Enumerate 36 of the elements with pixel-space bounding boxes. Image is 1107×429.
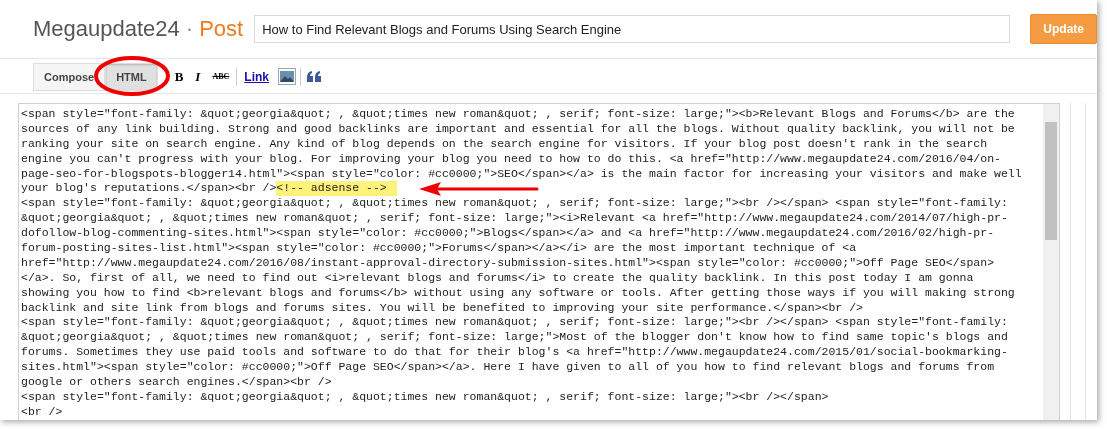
mode-tab[interactable]: Compose [33,62,106,91]
code-line: page-seo-for-blogspots-blogger14.html"><span style="color: #cc0000;">SEO</span></a> is the main factor for increasing your visitors and make well [21,166,1022,182]
code-line: </a>. So, first of all, we need to find out <i>relevant blogs and forums</i> to create the quality backlink. In this post today I am gonna [21,270,974,286]
quote-icon[interactable] [306,71,321,82]
italic-button[interactable]: I [192,68,204,85]
mode-tab[interactable]: HTML [105,62,158,91]
code-line: sources of any link building. Strong and good backlinks are important and essential for all the blogs. Without quality backlink, you will not be [21,121,1015,137]
code-line: &quot;georgia&quot; , &quot;times new roman&quot; , serif; font-size: large;"><i>Relevant <a href="http://www.megaupdate24.com/2014/07/high-pr- [21,211,1008,227]
code-line: showing you how to find <b>relevant blogs and forums</b> without using any software or tools. After getting those ways if you will making strong [21,285,1015,301]
code-line: <span style="font-family: &quot;georgia&quot; , &quot;times new roman&quot; , serif; font-size: large;"><b>Relevant Blogs and Forums</b> are the [21,107,1015,122]
code-line: href="http://www.megaupdate24.com/2016/08/instant-approval-directory-submission-sites.html"><span style="color: #cc0000;">Off Page SEO</span> [21,255,995,271]
code-line: your blog's reputations.</span><br /> [21,181,277,197]
image-icon[interactable] [277,68,296,85]
code-line: dofollow-blog-commenting-sites.html"><span style="color: #cc0000;">Blogs</span></a> and <a href="http://www.megaupdate24.com/2016/02/high-pr- [21,226,995,242]
blog-name: Megaupdate24 [33,16,180,42]
bold-button[interactable]: B [171,68,187,85]
highlighted-code: <!-- adsense --> [276,181,397,197]
code-line: <span style="font-family: &quot;georgia&quot; , &quot;times new roman&quot; , serif; font-size: large;"><br /></span> <span style="font-family: [21,196,1008,212]
page-kind-label: Post [199,16,244,42]
code-line: <span style="font-family: &quot;georgia&quot; , &quot;times new roman&quot; , serif; font-size: large;"><br /></span> <span style="font-family: [21,315,1008,331]
code-line: forum-posting-sites-list.html"><span style="color: #cc0000;">Forums</span></a></i> are the most important technique of <a [21,241,857,256]
html-editor[interactable] [18,103,1060,420]
code-line: engine you can't progress with your blog. For improving your blog you need to how to do this. <a href="http://www.megaupdate24.com/2016/04/on- [21,151,1001,167]
code-line: sites.html"><span style="color: #cc0000;">Off Page SEO</span></a>. Here I have given to all of you how to find relevant blogs and forums from [21,360,995,376]
scrollbar[interactable] [1043,104,1059,420]
code-line: ranking your site on search engine. Any kind of blog depends on the search engine for visitors. If your blog post doesn't rank in the search [21,136,988,152]
separator: · [185,16,194,42]
code-line: <br /> [21,404,63,420]
code-line: <span style="font-family: &quot;georgia&quot; , &quot;times new roman&quot; , serif; font-size: large;"><br /></span> [21,389,829,405]
code-line: &quot;georgia&quot; , &quot;times new roman&quot; , serif; font-size: large;">Most of the blogger don't know how to find same topic's blogs and [21,330,1008,346]
link-button[interactable]: Link [241,69,272,84]
code-line: backlink and site link from blogs and forums sites. You will be benefited to improving your site performance.</span><br /> [21,300,863,316]
code-line: google or others search engines.</span><br /> [21,375,332,390]
strikethrough-button[interactable]: ABC [209,72,233,81]
code-line: forums. Sometimes they use paid tools and software to do that for their blog's <a href="http://www.megaupdate24.com/2015/01/social-bookmarking- [21,345,1008,361]
post-title-field[interactable]: How to Find Relevant Blogs and Forums Using Search Engine [254,15,1011,43]
